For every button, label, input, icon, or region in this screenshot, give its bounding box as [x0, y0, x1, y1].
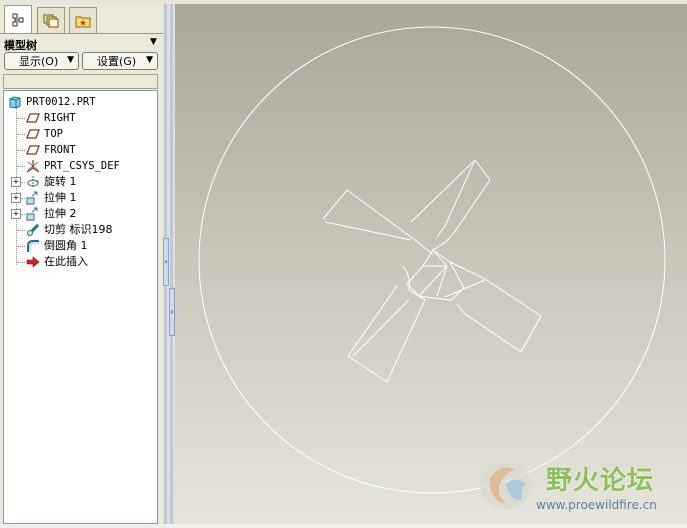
- tree-connector-h: [21, 214, 25, 216]
- tree-connector-h: [17, 230, 25, 232]
- tree-connector-h: [17, 246, 25, 248]
- watermark-url: www.proewildfire.cn: [536, 498, 657, 512]
- layers-icon: [43, 14, 59, 27]
- cross-slot-edges: [322, 159, 542, 383]
- tree-item-label: 拉伸 2: [44, 207, 77, 220]
- datum-plane-icon: [26, 129, 40, 139]
- tree-item-label: PRT_CSYS_DEF: [44, 160, 120, 172]
- tree-item-label: 在此插入: [44, 255, 88, 268]
- favorites-folder-icon: [75, 16, 91, 27]
- tree-item-label: RIGHT: [44, 112, 76, 124]
- round-icon: [27, 240, 39, 252]
- collapse-left-handle[interactable]: ‹: [163, 238, 169, 286]
- watermark-title: 野火论坛: [546, 466, 655, 496]
- model-tree[interactable]: PRT0012.PRT RIGHT TOP FRONT PRT_CSYS_DEF…: [3, 90, 158, 524]
- forum-watermark: 野火论坛 www.proewildfire.cn: [476, 456, 681, 520]
- model-tree-icon: [12, 13, 24, 26]
- extrude-icon: [26, 191, 38, 205]
- tree-item-label: 倒圆角 1: [44, 239, 88, 252]
- datum-plane-icon: [26, 145, 40, 155]
- tree-connector-h: [17, 166, 25, 168]
- model-geometry: [198, 26, 666, 494]
- tree-item-label: TOP: [44, 128, 63, 140]
- tree-connector-h: [21, 182, 25, 184]
- tree-connector-h: [17, 118, 25, 120]
- panel-menu-arrow-icon[interactable]: ▼: [150, 37, 157, 47]
- navigator-panel: 模型树 ▼ 显示(O) ▼ 设置(G) ▼ PRT0012.PRT RIGHT: [0, 4, 164, 524]
- tree-filter-strip[interactable]: [3, 74, 158, 89]
- tree-connector-h: [17, 262, 25, 264]
- extrude-icon: [26, 207, 38, 221]
- chevron-down-icon: ▼: [146, 55, 153, 65]
- tree-item-label: FRONT: [44, 144, 76, 156]
- show-button-label: 显示(O): [19, 55, 59, 68]
- graphics-window[interactable]: [175, 4, 687, 524]
- chevron-down-icon: ▼: [67, 55, 74, 65]
- tree-connector-h: [21, 198, 25, 200]
- tree-item-label: 切剪 标识198: [44, 223, 113, 236]
- tree-root-label: PRT0012.PRT: [26, 96, 96, 108]
- revolve-icon: [27, 176, 39, 188]
- tree-item-label: 拉伸 1: [44, 191, 77, 204]
- favorites-tab[interactable]: [69, 7, 97, 33]
- show-button[interactable]: 显示(O) ▼: [4, 52, 79, 70]
- model-tree-tab[interactable]: [4, 5, 32, 33]
- panel-splitter[interactable]: ‹ ›: [163, 4, 175, 524]
- navigator-tabs: [0, 4, 163, 34]
- cut-icon: [26, 223, 40, 237]
- tree-item-label: 旋转 1: [44, 175, 77, 188]
- expand-icon[interactable]: +: [11, 193, 21, 203]
- csys-icon: [26, 160, 40, 173]
- settings-button-label: 设置(G): [97, 55, 137, 68]
- expand-icon[interactable]: +: [11, 209, 21, 219]
- layers-tab[interactable]: [37, 7, 65, 33]
- part-icon: [9, 96, 21, 109]
- panel-title: 模型树: [4, 39, 37, 52]
- splitter-bar-right: [170, 4, 173, 524]
- expand-icon[interactable]: +: [11, 177, 21, 187]
- tree-connector-h: [17, 134, 25, 136]
- tree-connector-h: [17, 150, 25, 152]
- tab-divider: [0, 33, 163, 34]
- base-circle-edge: [198, 26, 666, 494]
- insert-here-arrow-icon: [26, 256, 40, 268]
- settings-button[interactable]: 设置(G) ▼: [82, 52, 158, 70]
- datum-plane-icon: [26, 113, 40, 123]
